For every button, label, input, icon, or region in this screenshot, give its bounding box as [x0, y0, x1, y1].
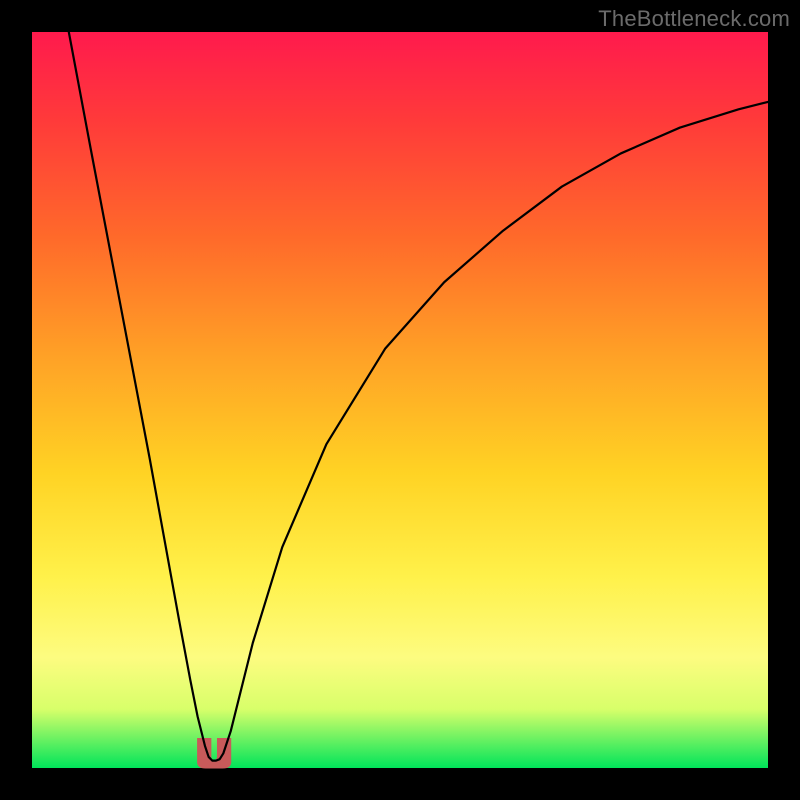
chart-svg: [32, 32, 768, 768]
watermark-label: TheBottleneck.com: [598, 6, 790, 32]
chart-plot-area: [32, 32, 768, 768]
bottleneck-curve: [69, 32, 768, 761]
chart-frame: TheBottleneck.com: [0, 0, 800, 800]
